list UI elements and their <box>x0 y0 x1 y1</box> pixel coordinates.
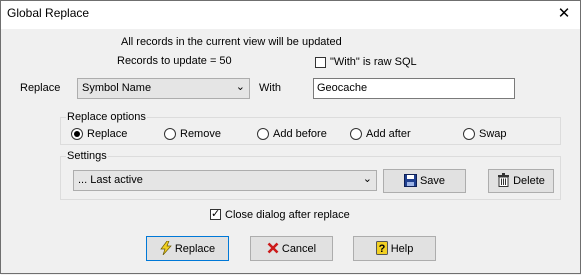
close-after-checkbox[interactable] <box>210 207 221 220</box>
window-title: Global Replace <box>7 6 90 20</box>
close-after-label: Close dialog after replace <box>225 209 350 221</box>
delete-button-label: Delete <box>513 175 545 187</box>
chevron-down-icon: ⌄ <box>362 173 372 185</box>
radio-remove-label: Remove <box>180 128 221 140</box>
radio-add-after[interactable] <box>350 128 362 140</box>
help-button[interactable]: ? Help <box>353 236 436 261</box>
replace-field-select[interactable]: Symbol Name ⌄ <box>77 78 250 99</box>
lightning-icon <box>160 240 172 257</box>
delete-button[interactable]: Delete <box>488 169 554 193</box>
with-label: With <box>259 82 281 94</box>
replace-button[interactable]: Replace <box>146 236 229 261</box>
radio-swap-label: Swap <box>479 128 507 140</box>
red-x-icon <box>267 242 279 256</box>
radio-replace-label: Replace <box>87 128 128 140</box>
info-message: All records in the current view will be … <box>121 36 342 48</box>
replace-field-value: Symbol Name <box>82 82 152 94</box>
radio-remove[interactable] <box>164 128 176 140</box>
radio-swap[interactable] <box>463 128 475 140</box>
save-button-label: Save <box>419 175 446 187</box>
settings-select-value: ... Last active <box>78 174 143 186</box>
radio-add-before[interactable] <box>257 128 269 140</box>
records-count: Records to update = 50 <box>117 55 232 67</box>
help-button-label: Help <box>390 242 414 255</box>
save-button[interactable]: Save <box>383 169 466 193</box>
replace-label: Replace <box>20 82 61 94</box>
radio-add-after-label: Add after <box>366 128 411 140</box>
cancel-button[interactable]: Cancel <box>250 236 333 261</box>
with-input[interactable]: Geocache <box>313 78 515 99</box>
floppy-disk-icon <box>403 173 417 189</box>
replace-button-label: Replace <box>174 242 216 255</box>
chevron-down-icon: ⌄ <box>235 81 245 93</box>
question-mark-icon: ? <box>375 240 388 257</box>
settings-title: Settings <box>66 150 108 162</box>
radio-replace[interactable] <box>71 128 83 140</box>
raw-sql-label: "With" is raw SQL <box>330 56 417 68</box>
dialog-body: All records in the current view will be … <box>1 28 581 275</box>
replace-options-title: Replace options <box>66 111 147 123</box>
raw-sql-checkbox[interactable] <box>315 57 326 68</box>
radio-add-before-label: Add before <box>273 128 327 140</box>
svg-text:?: ? <box>378 243 385 255</box>
title-bar: Global Replace ✕ <box>0 0 582 28</box>
settings-select[interactable]: ... Last active ⌄ <box>73 170 377 191</box>
trash-can-icon <box>497 173 510 189</box>
close-icon[interactable]: ✕ <box>552 3 576 25</box>
with-input-value: Geocache <box>317 82 368 94</box>
cancel-button-label: Cancel <box>281 242 317 255</box>
